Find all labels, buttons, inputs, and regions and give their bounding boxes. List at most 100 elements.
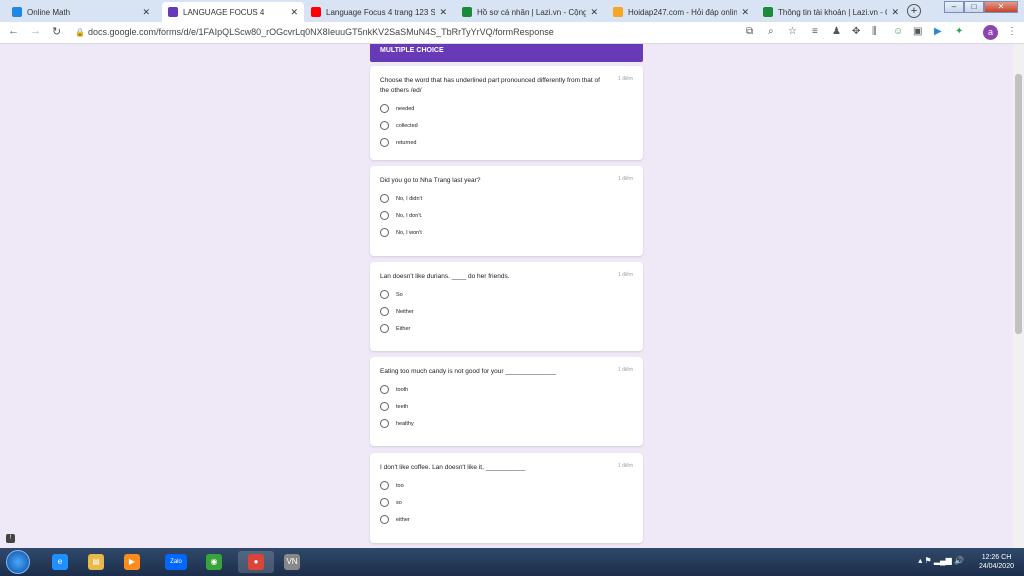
option-label: either	[396, 516, 410, 523]
browser-tab[interactable]: LANGUAGE FOCUS 4 ✕	[162, 2, 304, 22]
answer-option[interactable]: so	[380, 498, 633, 507]
taskbar-app-unikey[interactable]: VN	[274, 551, 310, 573]
maximize-button[interactable]: □	[964, 1, 984, 13]
points-label: 1 điểm	[617, 463, 633, 469]
answer-option[interactable]: returned	[380, 138, 633, 147]
answer-option[interactable]: tooth	[380, 385, 633, 394]
media-icon: ▶	[124, 554, 140, 570]
radio-button[interactable]	[380, 481, 389, 490]
answer-option[interactable]: No, I won't	[380, 228, 633, 237]
taskbar: e ▤ ▶ Zalo ◉ ● VN ▴ ⚑ ▂▄▆ 🔊 12:26 CH 24/04/202…	[0, 548, 1024, 576]
menu-icon[interactable]: ⋮	[1007, 26, 1017, 37]
question-card: Did you go to Nha Trang last year? 1 điểm…	[370, 166, 643, 256]
system-tray[interactable]: ▴ ⚑ ▂▄▆ 🔊	[918, 556, 964, 565]
zoom-icon[interactable]: ⌕	[768, 26, 774, 37]
profile-avatar[interactable]: a	[983, 25, 998, 40]
answer-option[interactable]: Either	[380, 324, 633, 333]
radio-button[interactable]	[380, 324, 389, 333]
coccoc-icon: ◉	[206, 554, 222, 570]
close-tab-icon[interactable]: ✕	[891, 7, 899, 18]
question-text: Lan doesn't like durians. ____ do her fr…	[380, 273, 510, 280]
radio-button[interactable]	[380, 498, 389, 507]
answer-option[interactable]: healthy	[380, 419, 633, 428]
radio-button[interactable]	[380, 402, 389, 411]
browser-tab[interactable]: Thông tin tài khoản | Lazi.vn - Cộng ✕	[757, 2, 905, 22]
radio-button[interactable]	[380, 385, 389, 394]
extension-icon[interactable]: ≡	[812, 26, 818, 37]
tab-strip: Online Math ✕ LANGUAGE FOCUS 4 ✕ Language Fo…	[0, 0, 1024, 22]
tab-title: LANGUAGE FOCUS 4	[183, 7, 265, 17]
extension-icon[interactable]: ✦	[955, 26, 963, 37]
clock[interactable]: 12:26 CH 24/04/2020	[979, 553, 1014, 571]
clock-date: 24/04/2020	[978, 563, 1014, 570]
radio-button[interactable]	[380, 194, 389, 203]
browser-tab[interactable]: Language Focus 4 trang 123 SGK ✕	[305, 2, 453, 22]
answer-option[interactable]: either	[380, 515, 633, 524]
answer-option[interactable]: too	[380, 481, 633, 490]
browser-tab[interactable]: Hoidap247.com - Hỏi đáp online ✕	[607, 2, 755, 22]
favicon-icon	[613, 7, 623, 17]
tab-title: Thông tin tài khoản | Lazi.vn - Cộng	[778, 7, 887, 17]
translate-icon[interactable]: ⧉	[746, 26, 753, 37]
points-label: 1 điểm	[617, 367, 633, 373]
answer-option[interactable]: collected	[380, 121, 633, 130]
favicon-icon	[462, 7, 472, 17]
radio-button[interactable]	[380, 307, 389, 316]
close-tab-icon[interactable]: ✕	[142, 7, 150, 18]
clock-time: 12:26 CH	[981, 554, 1012, 561]
section-title: MULTIPLE CHOICE	[370, 44, 643, 62]
browser-tab[interactable]: Hồ sơ cá nhân | Lazi.vn - Cộng đồng✕	[456, 2, 604, 22]
points-label: 1 điểm	[617, 76, 633, 82]
close-window-button[interactable]: ✕	[984, 1, 1018, 13]
taskbar-app-media[interactable]: ▶	[114, 551, 150, 573]
extension-icon[interactable]: ♟	[832, 26, 841, 37]
answer-option[interactable]: Neither	[380, 307, 633, 316]
lock-icon[interactable]: 🔒	[75, 28, 85, 37]
extension-icon[interactable]: ▣	[913, 26, 922, 37]
forward-arrow-icon[interactable]: →	[30, 25, 41, 37]
radio-button[interactable]	[380, 104, 389, 113]
answer-option[interactable]: needed	[380, 104, 633, 113]
minimize-button[interactable]: –	[944, 1, 964, 13]
radio-button[interactable]	[380, 419, 389, 428]
start-button[interactable]	[6, 550, 30, 574]
radio-button[interactable]	[380, 290, 389, 299]
tab-title: Language Focus 4 trang 123 SGK	[326, 7, 436, 17]
form-page: MULTIPLE CHOICE Choose the word that has…	[0, 44, 1013, 548]
taskbar-app-coccoc[interactable]: ◉	[196, 551, 232, 573]
tab-title: Hoidap247.com - Hỏi đáp online	[628, 7, 738, 17]
close-tab-icon[interactable]: ✕	[741, 7, 749, 18]
new-tab-button[interactable]: +	[907, 4, 921, 18]
bookmark-star-icon[interactable]: ☆	[788, 26, 797, 37]
extension-icon[interactable]: ✥	[852, 26, 860, 37]
option-label: collected	[396, 122, 418, 129]
answer-option[interactable]: So	[380, 290, 633, 299]
reload-icon[interactable]: ↻	[52, 25, 61, 38]
extension-icon[interactable]: ☺	[893, 26, 903, 37]
answer-option[interactable]: No, I don't.	[380, 211, 633, 220]
taskbar-app-chrome[interactable]: ●	[238, 551, 274, 573]
answer-option[interactable]: No, I didn't	[380, 194, 633, 203]
scrollbar-thumb[interactable]	[1015, 74, 1022, 334]
close-tab-icon[interactable]: ✕	[590, 7, 598, 18]
radio-button[interactable]	[380, 121, 389, 130]
radio-button[interactable]	[380, 211, 389, 220]
feedback-icon[interactable]: !	[6, 534, 15, 543]
extension-icon[interactable]: ▶	[934, 26, 942, 37]
radio-button[interactable]	[380, 138, 389, 147]
address-bar[interactable]: docs.google.com/forms/d/e/1FAIpQLScw80_r…	[88, 27, 554, 37]
extension-icon[interactable]: ⫼	[872, 26, 877, 37]
back-arrow-icon[interactable]: ←	[8, 25, 19, 37]
close-tab-icon[interactable]: ✕	[290, 7, 298, 18]
taskbar-app-ie[interactable]: e	[42, 551, 78, 573]
taskbar-app-explorer[interactable]: ▤	[78, 551, 114, 573]
browser-tab[interactable]: Online Math ✕	[6, 2, 156, 22]
option-label: teeth	[396, 403, 409, 410]
taskbar-app-zalo[interactable]: Zalo	[158, 551, 194, 573]
answer-option[interactable]: teeth	[380, 402, 633, 411]
radio-button[interactable]	[380, 515, 389, 524]
explorer-icon: ▤	[88, 554, 104, 570]
scrollbar[interactable]	[1013, 44, 1024, 548]
radio-button[interactable]	[380, 228, 389, 237]
close-tab-icon[interactable]: ✕	[439, 7, 447, 18]
